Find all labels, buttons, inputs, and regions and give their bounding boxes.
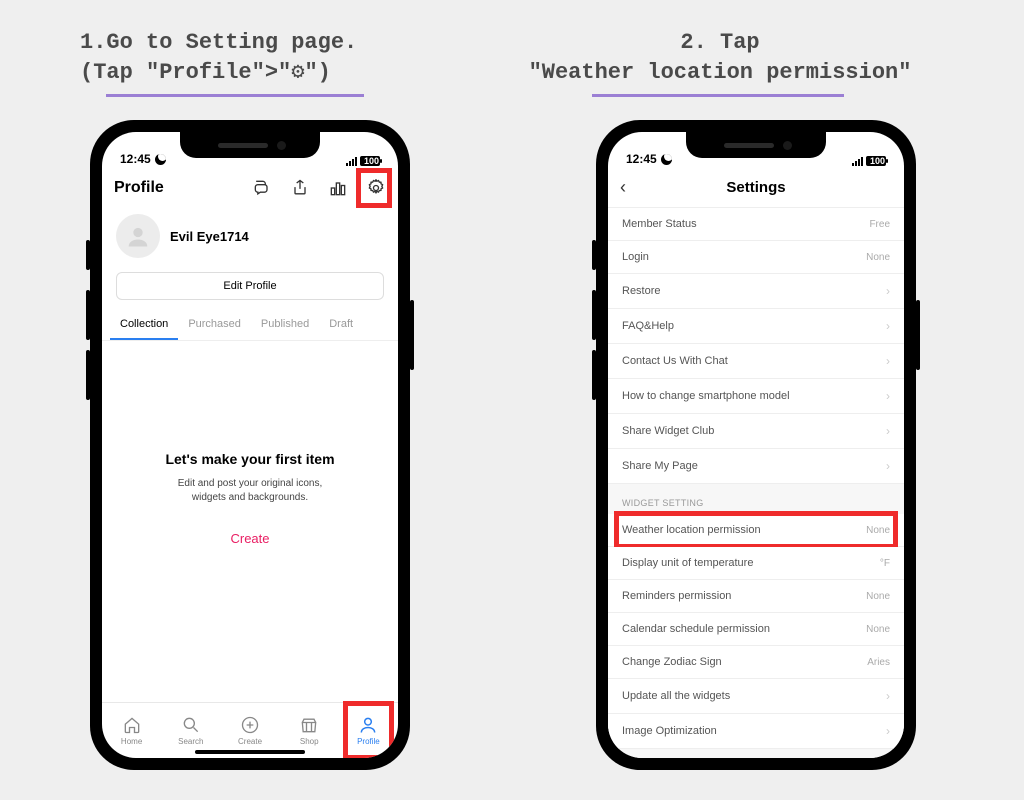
side-button bbox=[916, 300, 920, 370]
status-time: 12:45 bbox=[120, 152, 151, 166]
settings-list[interactable]: Member StatusFree LoginNone Restore› FAQ… bbox=[608, 208, 904, 758]
row-share-page[interactable]: Share My Page› bbox=[608, 449, 904, 484]
row-update-widgets[interactable]: Update all the widgets› bbox=[608, 679, 904, 714]
settings-header: ‹ Settings bbox=[608, 168, 904, 208]
empty-subtitle: Edit and post your original icons, widge… bbox=[102, 477, 398, 505]
chevron-right-icon: › bbox=[886, 724, 890, 738]
battery-icon: 100 bbox=[866, 156, 886, 166]
step2-line2: "Weather location permission" bbox=[480, 58, 960, 88]
chevron-right-icon: › bbox=[886, 284, 890, 298]
row-member-status[interactable]: Member StatusFree bbox=[608, 208, 904, 241]
empty-state: Let's make your first item Edit and post… bbox=[102, 341, 398, 702]
row-image-opt[interactable]: Image Optimization› bbox=[608, 714, 904, 749]
step1-line1: 1.Go to Setting page. bbox=[80, 28, 357, 58]
row-restore[interactable]: Restore› bbox=[608, 274, 904, 309]
phone-settings: 12:45 100 ‹ Settings Member StatusFree L… bbox=[596, 120, 916, 770]
page-title: Profile bbox=[114, 179, 234, 197]
stats-icon[interactable] bbox=[328, 178, 348, 198]
share-icon[interactable] bbox=[290, 178, 310, 198]
row-share-club[interactable]: Share Widget Club› bbox=[608, 414, 904, 449]
empty-title: Let's make your first item bbox=[102, 451, 398, 467]
highlight-box bbox=[614, 511, 898, 549]
step2-line1: 2. Tap bbox=[480, 28, 960, 58]
highlight-box bbox=[356, 168, 392, 208]
signal-icon bbox=[346, 157, 357, 166]
tab-published[interactable]: Published bbox=[251, 308, 319, 340]
row-change-model[interactable]: How to change smartphone model› bbox=[608, 379, 904, 414]
side-button bbox=[86, 240, 90, 270]
phone-profile: 12:45 100 Profile Evil Eye1714 Edit Prof… bbox=[90, 120, 410, 770]
side-button bbox=[592, 240, 596, 270]
chevron-right-icon: › bbox=[886, 424, 890, 438]
row-zodiac[interactable]: Change Zodiac SignAries bbox=[608, 646, 904, 679]
profile-tabs: Collection Purchased Published Draft bbox=[102, 308, 398, 341]
side-button bbox=[592, 350, 596, 400]
side-button bbox=[410, 300, 414, 370]
edit-profile-button[interactable]: Edit Profile bbox=[116, 272, 384, 300]
tab-collection[interactable]: Collection bbox=[110, 308, 178, 340]
profile-header: Profile bbox=[102, 168, 398, 208]
row-temp-unit[interactable]: Display unit of temperature°F bbox=[608, 547, 904, 580]
username: Evil Eye1714 bbox=[170, 229, 249, 244]
dnd-moon-icon bbox=[661, 154, 672, 165]
section-widget-setting: WIDGET SETTING bbox=[608, 484, 904, 514]
back-chevron-icon[interactable]: ‹ bbox=[620, 177, 626, 198]
side-button bbox=[86, 290, 90, 340]
avatar[interactable] bbox=[116, 214, 160, 258]
chevron-right-icon: › bbox=[886, 354, 890, 368]
instruction-step-1: 1.Go to Setting page. (Tap "Profile">"⚙"… bbox=[80, 28, 357, 87]
row-login[interactable]: LoginNone bbox=[608, 241, 904, 274]
signal-icon bbox=[852, 157, 863, 166]
chevron-right-icon: › bbox=[886, 689, 890, 703]
home-indicator bbox=[195, 750, 305, 754]
chevron-right-icon: › bbox=[886, 389, 890, 403]
phone-notch bbox=[180, 132, 320, 158]
row-faq[interactable]: FAQ&Help› bbox=[608, 309, 904, 344]
side-button bbox=[86, 350, 90, 400]
instruction-step-2: 2. Tap "Weather location permission" bbox=[480, 28, 960, 87]
chat-icon[interactable] bbox=[252, 178, 272, 198]
status-time: 12:45 bbox=[626, 152, 657, 166]
dnd-moon-icon bbox=[155, 154, 166, 165]
step1-line2: (Tap "Profile">"⚙") bbox=[80, 58, 357, 88]
row-reminders-permission[interactable]: Reminders permissionNone bbox=[608, 580, 904, 613]
underline-1 bbox=[106, 94, 364, 97]
user-row: Evil Eye1714 bbox=[102, 208, 398, 264]
page-title: Settings bbox=[726, 179, 785, 196]
phone-notch bbox=[686, 132, 826, 158]
create-link[interactable]: Create bbox=[102, 531, 398, 546]
highlight-box bbox=[343, 701, 394, 758]
row-calendar-permission[interactable]: Calendar schedule permissionNone bbox=[608, 613, 904, 646]
underline-2 bbox=[592, 94, 844, 97]
battery-icon: 100 bbox=[360, 156, 380, 166]
chevron-right-icon: › bbox=[886, 459, 890, 473]
chevron-right-icon: › bbox=[886, 319, 890, 333]
tab-purchased[interactable]: Purchased bbox=[178, 308, 251, 340]
tab-draft[interactable]: Draft bbox=[319, 308, 363, 340]
row-weather-permission[interactable]: Weather location permissionNone bbox=[608, 514, 904, 547]
tab-home[interactable]: Home bbox=[102, 703, 161, 758]
tab-profile[interactable]: Profile bbox=[339, 703, 398, 758]
settings-gear-icon[interactable] bbox=[366, 178, 386, 198]
row-contact[interactable]: Contact Us With Chat› bbox=[608, 344, 904, 379]
side-button bbox=[592, 290, 596, 340]
